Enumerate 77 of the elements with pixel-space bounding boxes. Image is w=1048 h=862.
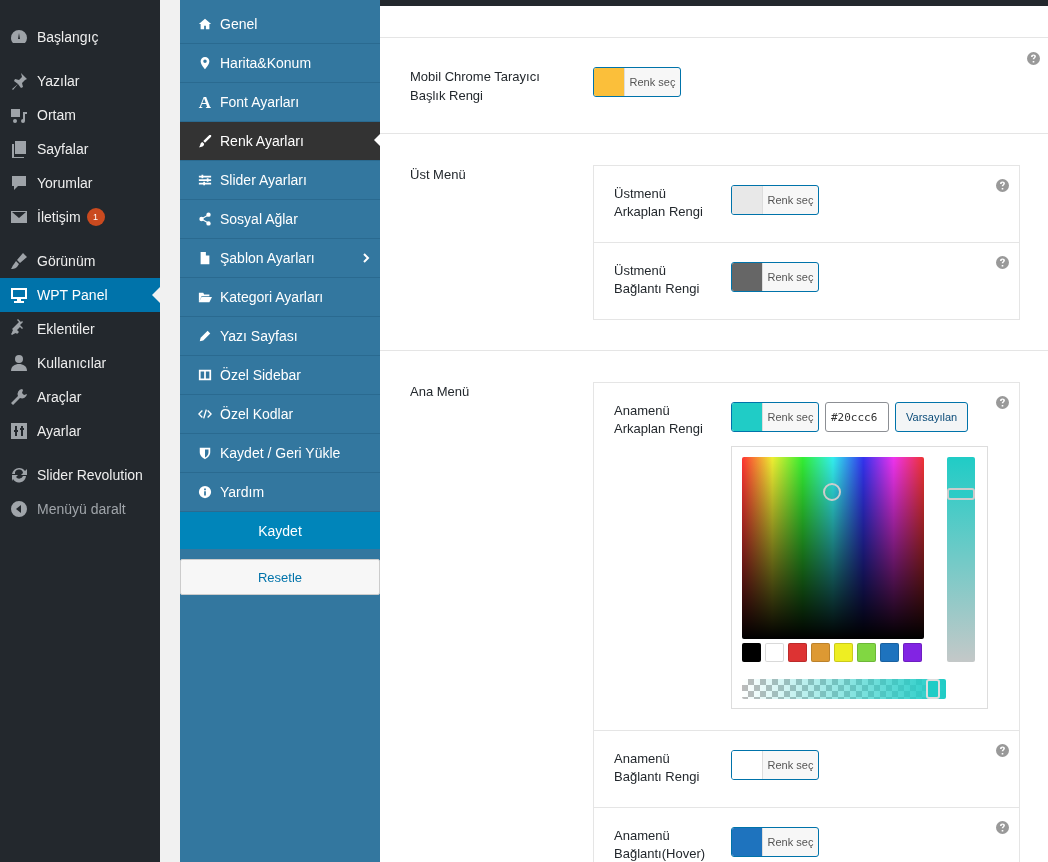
color-picker-button[interactable]: Renk seç	[593, 67, 681, 97]
color-swatch[interactable]	[834, 643, 853, 662]
refresh-icon	[9, 465, 29, 485]
collapse-icon	[9, 499, 29, 519]
color-swatch[interactable]	[811, 643, 830, 662]
color-swatch[interactable]	[880, 643, 899, 662]
color-swatch[interactable]	[857, 643, 876, 662]
picker-handle[interactable]	[823, 483, 841, 501]
share-icon	[198, 212, 212, 226]
menu-item-active[interactable]: WPT Panel	[0, 278, 160, 312]
opacity-slider[interactable]	[742, 679, 946, 699]
menu-item[interactable]: Yazılar	[0, 64, 160, 98]
pages-icon	[9, 139, 29, 159]
monitor-icon	[9, 285, 29, 305]
help-icon	[996, 179, 1009, 192]
help-icon	[1027, 52, 1040, 65]
sliders-icon	[9, 421, 29, 441]
help-icon	[996, 744, 1009, 757]
columns-icon	[198, 368, 212, 382]
menu-item[interactable]: Yorumlar	[0, 166, 160, 200]
menu-item[interactable]: Başlangıç	[0, 20, 160, 54]
menu-item[interactable]: Ortam	[0, 98, 160, 132]
count-badge: 1	[86, 208, 105, 226]
field-label: Anamenü Bağlantı(Hover)	[614, 827, 707, 862]
hex-input[interactable]: #20ccc6	[825, 402, 889, 432]
comment-icon	[9, 173, 29, 193]
color-picker-button[interactable]: Renk seç	[731, 827, 819, 857]
code-icon	[198, 407, 212, 421]
saturation-slider[interactable]	[947, 457, 975, 662]
setting-label: Mobil Chrome Tarayıcı Başlık Rengi	[410, 68, 541, 105]
nav-item[interactable]: Renk Ayarları	[180, 122, 380, 161]
field-label: Üstmenü Bağlantı Rengi	[614, 262, 701, 298]
menu-item[interactable]: Eklentiler	[0, 312, 160, 346]
color-swatch[interactable]	[742, 643, 761, 662]
user-icon	[9, 353, 29, 373]
color-swatch[interactable]	[903, 643, 922, 662]
sliders-icon	[198, 173, 212, 187]
color-picker-button[interactable]: Renk seç	[731, 402, 819, 432]
help-icon	[996, 821, 1009, 834]
color-picker-button[interactable]: Renk seç	[731, 185, 819, 215]
field-label: Anamenü Bağlantı Rengi	[614, 750, 701, 786]
menu-item[interactable]: Menüyü daralt	[0, 492, 160, 526]
default-button[interactable]: Varsayılan	[895, 402, 969, 432]
menu-item[interactable]: Slider Revolution	[0, 458, 160, 492]
map-pin-icon	[198, 56, 212, 70]
save-button[interactable]: Kaydet	[180, 512, 380, 549]
home-icon	[198, 17, 212, 31]
reset-button[interactable]: Resetle	[180, 559, 380, 595]
folder-icon	[198, 290, 212, 304]
color-field[interactable]	[742, 457, 924, 639]
file-icon	[198, 251, 212, 265]
color-picker-button[interactable]: Renk seç	[731, 750, 819, 780]
setting-label: Ana Menü	[410, 383, 471, 401]
menu-item[interactable]: Sayfalar	[0, 132, 160, 166]
pointer-triangle	[152, 287, 160, 303]
color-picker-button[interactable]: Renk seç	[731, 262, 819, 292]
slider-thumb[interactable]	[947, 487, 975, 500]
shield-icon	[198, 446, 212, 460]
help-icon	[996, 256, 1009, 269]
menu-item[interactable]: Ayarlar	[0, 414, 160, 448]
font-icon: A	[198, 93, 212, 111]
field-label: Anamenü Arkaplan Rengi	[614, 402, 704, 438]
pencil-icon	[198, 329, 212, 343]
info-icon	[198, 485, 212, 499]
menu-item[interactable]: İletişim 1	[0, 200, 160, 234]
color-swatch[interactable]	[788, 643, 807, 662]
field-label: Üstmenü Arkaplan Rengi	[614, 185, 704, 221]
brush-icon	[198, 134, 212, 148]
help-icon	[996, 396, 1009, 409]
menu-item[interactable]: Kullanıcılar	[0, 346, 160, 380]
slider-thumb[interactable]	[926, 679, 941, 699]
setting-label: Üst Menü	[410, 166, 467, 184]
color-swatch[interactable]	[765, 643, 784, 662]
brush-icon	[9, 251, 29, 271]
menu-item[interactable]: Görünüm	[0, 244, 160, 278]
menu-item[interactable]: Araçlar	[0, 380, 160, 414]
wrench-icon	[9, 387, 29, 407]
